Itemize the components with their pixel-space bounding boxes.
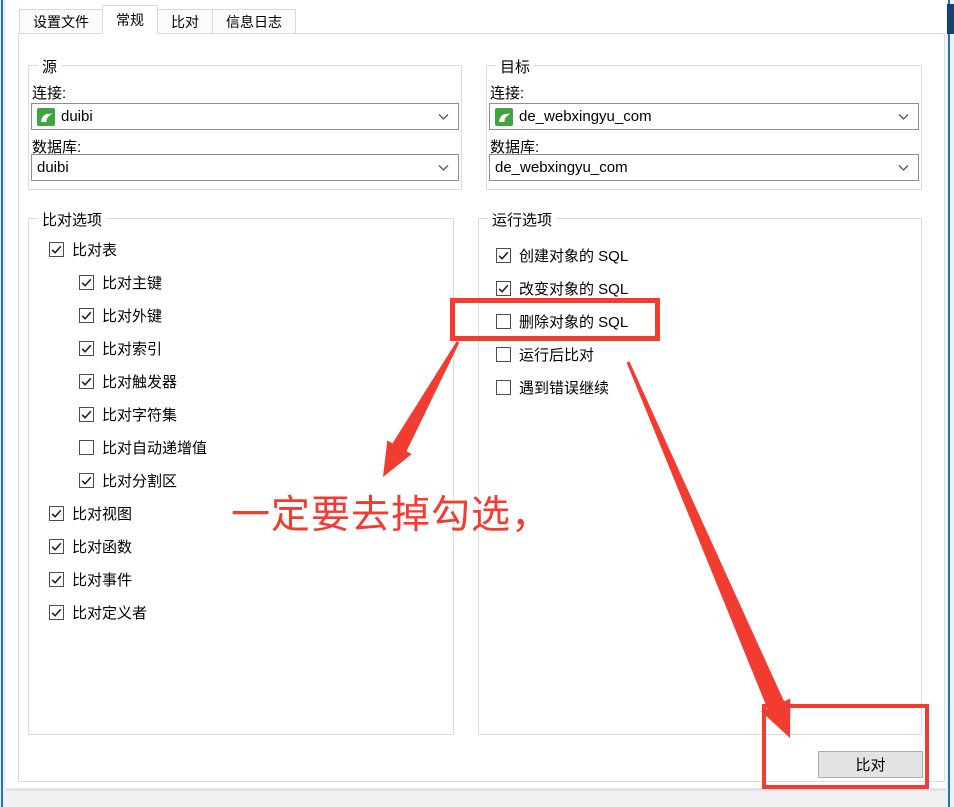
checkbox-row: 比对定义者 bbox=[49, 602, 453, 622]
checkbox-label: 比对表 bbox=[72, 239, 117, 260]
checkbox-label: 比对触发器 bbox=[102, 371, 177, 392]
target-connection-label: 连接: bbox=[490, 82, 524, 103]
source-connection-select[interactable]: duibi bbox=[31, 103, 459, 130]
compare-options-group: 比对选项 比对表比对主键比对外键比对索引比对触发器比对字符集比对自动递增值比对分… bbox=[28, 218, 454, 735]
checked-checkbox[interactable] bbox=[49, 242, 64, 257]
left-window-edge-accent bbox=[1, 0, 3, 807]
tab-strip: 设置文件常规比对信息日志 bbox=[19, 5, 295, 34]
target-connection-value: de_webxingyu_com bbox=[519, 108, 652, 125]
checkbox-label: 删除对象的 SQL bbox=[519, 311, 628, 332]
unchecked-checkbox[interactable] bbox=[496, 347, 511, 362]
tab-active-1[interactable]: 常规 bbox=[102, 5, 158, 34]
compare-button[interactable]: 比对 bbox=[818, 751, 923, 778]
checkbox-label: 运行后比对 bbox=[519, 344, 594, 365]
right-window-edge-dark-block bbox=[947, 4, 954, 34]
checkbox-row: 比对触发器 bbox=[79, 371, 453, 391]
checkbox-row: 比对分割区 bbox=[79, 470, 453, 490]
chevron-down-icon bbox=[438, 113, 449, 120]
target-database-select[interactable]: de_webxingyu_com bbox=[489, 154, 919, 181]
chevron-down-icon bbox=[898, 113, 909, 120]
checkbox-label: 比对事件 bbox=[72, 569, 132, 590]
target-group-title: 目标 bbox=[496, 56, 534, 77]
checkbox-label: 比对索引 bbox=[102, 338, 162, 359]
checked-checkbox[interactable] bbox=[49, 506, 64, 521]
run-options-list: 创建对象的 SQL 改变对象的 SQL 删除对象的 SQL 运行后比对遇到错误继续 bbox=[479, 219, 921, 734]
checkbox-row: 比对视图 bbox=[49, 503, 453, 523]
checkbox-label: 比对定义者 bbox=[72, 602, 147, 623]
checkbox-label: 创建对象的 SQL bbox=[519, 245, 628, 266]
compare-options-list: 比对表比对主键比对外键比对索引比对触发器比对字符集比对自动递增值比对分割区比对视… bbox=[29, 219, 453, 734]
tab-2[interactable]: 比对 bbox=[157, 9, 213, 34]
checkbox-label: 比对自动递增值 bbox=[102, 437, 207, 458]
checkbox-row: 创建对象的 SQL bbox=[496, 245, 921, 265]
checkbox-row: 删除对象的 SQL bbox=[496, 311, 921, 331]
tab-0[interactable]: 设置文件 bbox=[19, 9, 103, 34]
mysql-connection-icon bbox=[37, 108, 55, 126]
checkbox-row: 比对自动递增值 bbox=[79, 437, 453, 457]
checked-checkbox[interactable] bbox=[79, 275, 94, 290]
checked-checkbox[interactable] bbox=[496, 248, 511, 263]
source-connection-label: 连接: bbox=[32, 82, 66, 103]
checked-checkbox[interactable] bbox=[79, 374, 94, 389]
checkbox-row: 改变对象的 SQL bbox=[496, 278, 921, 298]
target-group: 目标 连接: de_webxingyu_com 数据库: de_webxingy… bbox=[486, 65, 922, 190]
checkbox-row: 比对索引 bbox=[79, 338, 453, 358]
checked-checkbox[interactable] bbox=[49, 605, 64, 620]
checkbox-label: 比对视图 bbox=[72, 503, 132, 524]
checkbox-row: 比对字符集 bbox=[79, 404, 453, 424]
source-database-value: duibi bbox=[37, 159, 69, 176]
structure-sync-dialog: 设置文件常规比对信息日志 源 连接: duibi 数据库: duibi 目标 连… bbox=[0, 0, 954, 807]
checked-checkbox[interactable] bbox=[79, 473, 94, 488]
checked-checkbox[interactable] bbox=[79, 308, 94, 323]
source-group-title: 源 bbox=[38, 56, 61, 77]
checkbox-label: 比对函数 bbox=[72, 536, 132, 557]
checked-checkbox[interactable] bbox=[496, 281, 511, 296]
chevron-down-icon bbox=[438, 164, 449, 171]
chevron-down-icon bbox=[898, 164, 909, 171]
checkbox-row: 遇到错误继续 bbox=[496, 377, 921, 397]
checkbox-row: 运行后比对 bbox=[496, 344, 921, 364]
right-window-edge-accent bbox=[948, 0, 950, 807]
unchecked-checkbox[interactable] bbox=[496, 380, 511, 395]
checkbox-row: 比对主键 bbox=[79, 272, 453, 292]
checked-checkbox[interactable] bbox=[49, 539, 64, 554]
checkbox-row: 比对事件 bbox=[49, 569, 453, 589]
checkbox-row: 比对表 bbox=[49, 239, 453, 259]
source-group: 源 连接: duibi 数据库: duibi bbox=[28, 65, 462, 190]
checked-checkbox[interactable] bbox=[79, 407, 94, 422]
checkbox-label: 比对外键 bbox=[102, 305, 162, 326]
checkbox-label: 改变对象的 SQL bbox=[519, 278, 628, 299]
target-database-value: de_webxingyu_com bbox=[495, 159, 628, 176]
target-connection-select[interactable]: de_webxingyu_com bbox=[489, 103, 919, 130]
checkbox-label: 比对分割区 bbox=[102, 470, 177, 491]
checkbox-row: 比对外键 bbox=[79, 305, 453, 325]
mysql-connection-icon bbox=[495, 108, 513, 126]
tab-3[interactable]: 信息日志 bbox=[212, 9, 296, 34]
checkbox-label: 比对字符集 bbox=[102, 404, 177, 425]
checkbox-label: 遇到错误继续 bbox=[519, 377, 609, 398]
checked-checkbox[interactable] bbox=[49, 572, 64, 587]
unchecked-checkbox[interactable] bbox=[79, 440, 94, 455]
source-connection-value: duibi bbox=[61, 108, 93, 125]
checkbox-label: 比对主键 bbox=[102, 272, 162, 293]
unchecked-checkbox[interactable] bbox=[496, 314, 511, 329]
source-database-select[interactable]: duibi bbox=[31, 154, 459, 181]
checkbox-row: 比对函数 bbox=[49, 536, 453, 556]
run-options-group: 运行选项 创建对象的 SQL改变对象的 SQL删除对象的 SQL运行后比对遇到错… bbox=[478, 218, 922, 735]
checked-checkbox[interactable] bbox=[79, 341, 94, 356]
